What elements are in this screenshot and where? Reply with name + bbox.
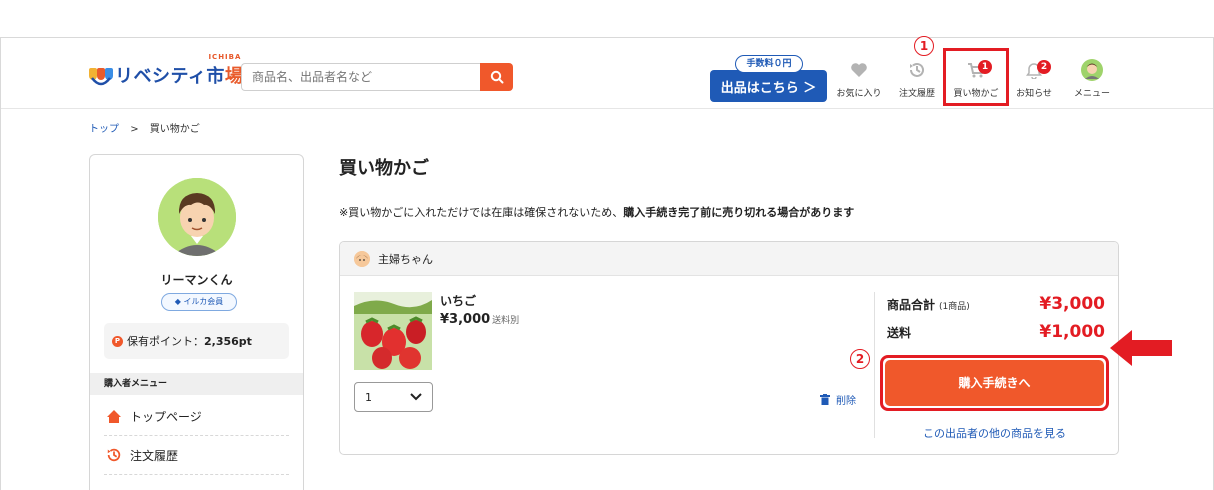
checkout-button[interactable]: 購入手続きへ <box>885 360 1104 406</box>
seller-header: 主婦ちゃん <box>340 242 1118 276</box>
site-logo[interactable]: ICHIBA リベシティ市場 <box>89 53 243 88</box>
breadcrumb: トップ > 買い物かご <box>89 120 200 135</box>
chevron-down-icon <box>410 393 422 401</box>
breadcrumb-separator: > <box>130 124 139 135</box>
avatar <box>158 178 236 256</box>
shipping-value: ¥1,000 <box>1039 322 1105 342</box>
notice-text: ※買い物かごに入れただけでは在庫は確保されないため、 <box>339 206 624 219</box>
nav-orders[interactable]: 注文履歴 <box>889 58 945 99</box>
annotation-marker-1: 1 <box>914 36 934 56</box>
home-icon <box>107 409 121 423</box>
annotation-marker-2: 2 <box>850 349 870 369</box>
nav-menu-label: メニュー <box>1073 89 1110 99</box>
arrow-left-icon <box>1110 330 1172 366</box>
logo-text-main: リベシティ市 <box>115 66 225 87</box>
trash-icon <box>820 394 830 405</box>
heart-icon <box>851 63 867 77</box>
sidebar-item-label: トップページ <box>130 409 202 424</box>
nav-favorites[interactable]: お気に入り <box>831 58 887 99</box>
logo-text: ICHIBA リベシティ市場 <box>115 53 243 88</box>
points-value: 2,356pt <box>204 334 252 348</box>
breadcrumb-home[interactable]: トップ <box>89 124 119 135</box>
search-input[interactable] <box>241 63 481 91</box>
sidebar-item-top[interactable]: トップページ <box>104 397 289 436</box>
shipping-label: 送料 <box>887 326 912 340</box>
page-title: 買い物かご <box>339 158 429 179</box>
subtotal-label-group: 商品合計 (1商品) <box>887 296 970 313</box>
product-name[interactable]: いちご <box>440 292 476 309</box>
nav-favorites-label: お気に入り <box>836 89 882 99</box>
user-avatar-icon <box>1081 59 1103 81</box>
dolphin-icon: ◆ <box>174 297 181 306</box>
notice-emphasis: 購入手続き完了前に売り切れる場合があります <box>623 206 855 219</box>
search-button[interactable] <box>480 63 513 91</box>
subtotal-count: (1商品) <box>939 302 970 312</box>
delete-label: 削除 <box>836 396 856 407</box>
seller-more-items-link[interactable]: この出品者の他の商品を見る <box>885 425 1104 441</box>
site-header: ICHIBA リベシティ市場 手数料０円 出品はこちら ＞ お気に入り 注文履歴 <box>1 38 1213 109</box>
history-icon <box>107 448 121 462</box>
nav-menu[interactable]: メニュー <box>1064 58 1120 99</box>
points-label: 保有ポイント： <box>127 335 204 348</box>
user-name: リーマンくん <box>160 273 233 287</box>
shipping-note: 送料別 <box>492 316 520 326</box>
browser-frame: ICHIBA リベシティ市場 手数料０円 出品はこちら ＞ お気に入り 注文履歴 <box>0 37 1214 490</box>
quantity-value: 1 <box>365 390 372 404</box>
seller-name[interactable]: 主婦ちゃん <box>378 251 433 267</box>
sidebar-item-label: 注文履歴 <box>130 448 179 463</box>
nav-notifications[interactable]: 2 お知らせ <box>1006 58 1062 99</box>
cart-seller-group: 主婦ちゃん いちご ¥3,000 送料別 1 削除 商品合計 (1商品) ¥3,… <box>339 241 1119 455</box>
product-price: ¥3,000 送料別 <box>440 312 519 327</box>
subtotal-value: ¥3,000 <box>1039 294 1105 314</box>
buyer-menu-heading: 購入者メニュー <box>90 373 303 395</box>
cart-highlight <box>943 48 1009 106</box>
delete-button[interactable]: 削除 <box>820 392 856 407</box>
member-badge: ◆ イルカ会員 <box>161 293 237 311</box>
search-icon <box>490 70 504 84</box>
breadcrumb-current: 買い物かご <box>149 124 200 135</box>
logo-mark-icon <box>89 68 113 88</box>
fee-badge: 手数料０円 <box>735 55 803 73</box>
subtotal-row: 商品合計 (1商品) ¥3,000 <box>887 294 1105 314</box>
sidebar-item-orders[interactable]: 注文履歴 <box>104 436 289 475</box>
points-box: P 保有ポイント： 2,356pt <box>104 323 289 359</box>
search-bar <box>241 63 513 91</box>
sell-button[interactable]: 出品はこちら ＞ <box>710 70 827 102</box>
notification-count-badge: 2 <box>1037 60 1051 74</box>
product-image[interactable] <box>354 292 432 370</box>
seller-avatar-icon <box>354 250 370 267</box>
shipping-row: 送料 ¥1,000 <box>887 322 1105 342</box>
points-icon: P <box>112 335 123 347</box>
history-icon <box>910 62 924 77</box>
summary-divider <box>874 292 875 438</box>
nav-orders-label: 注文履歴 <box>898 89 935 99</box>
nav-notifications-label: お知らせ <box>1016 89 1052 99</box>
logo-subtext: ICHIBA <box>208 53 242 61</box>
quantity-select[interactable]: 1 <box>354 382 433 412</box>
user-sidebar: リーマンくん ◆ イルカ会員 P 保有ポイント： 2,356pt 購入者メニュー… <box>89 154 304 490</box>
stock-notice: ※買い物かごに入れただけでは在庫は確保されないため、購入手続き完了前に売り切れる… <box>339 204 854 220</box>
member-badge-label: イルカ会員 <box>183 297 224 306</box>
product-price-value: ¥3,000 <box>440 312 491 327</box>
subtotal-label: 商品合計 <box>887 298 936 312</box>
